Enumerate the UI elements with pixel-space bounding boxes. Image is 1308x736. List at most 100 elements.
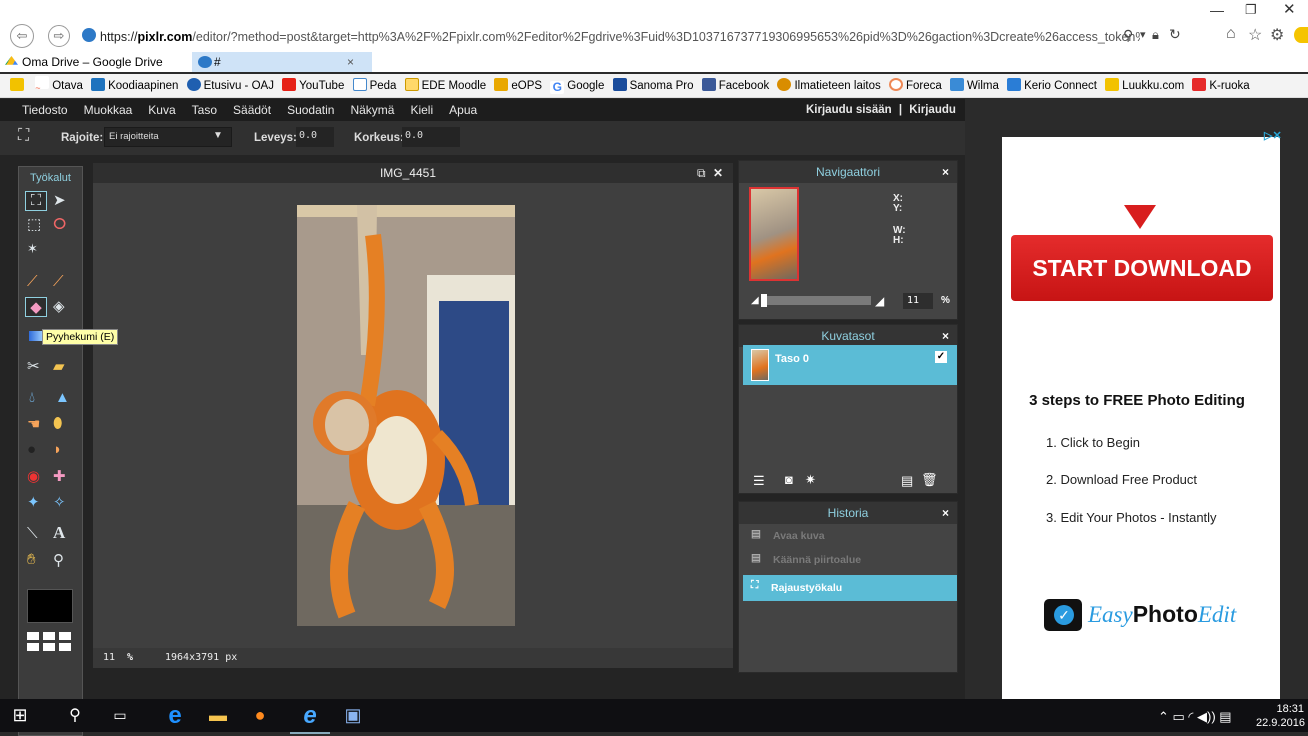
bloat-tool-button[interactable]: ✦ [27, 493, 40, 511]
bookmark-kerio-connect[interactable]: Kerio Connect [1007, 74, 1097, 97]
close-icon[interactable]: ✕ [713, 163, 723, 183]
tab-google-drive[interactable]: Oma Drive – Google Drive [0, 52, 190, 72]
favorites-star-icon[interactable]: ☆ [1248, 25, 1262, 45]
color-picker-tool-button[interactable]: ⟍ [27, 525, 38, 542]
menu-apua[interactable]: Apua [441, 99, 485, 121]
bookmark-oaj[interactable]: Etusivu - OAJ [186, 74, 274, 97]
constraint-select[interactable]: Ei rajoitteita ▼ [104, 127, 232, 147]
zoom-in-icon[interactable]: ◢ [875, 294, 884, 308]
bookmark-luukku[interactable]: Luukku.com [1105, 74, 1184, 97]
sponge-tool-button[interactable]: ⬮ [53, 415, 62, 432]
history-item[interactable]: ▤ Käännä piirtoalue [743, 552, 957, 570]
bookmark-koodiaapinen[interactable]: Koodiaapinen [91, 74, 178, 97]
bookmark-ilmatieteen-laitos[interactable]: Ilmatieteen laitos [777, 74, 881, 97]
zoom-slider-handle[interactable] [761, 294, 767, 307]
gradient-tool-button[interactable] [29, 331, 43, 341]
paint-bucket-tool-button[interactable]: ◈ [53, 297, 65, 315]
bookmark-wilma[interactable]: Wilma [949, 74, 999, 97]
menu-muokkaa[interactable]: Muokkaa [76, 99, 141, 121]
clone-tool-button[interactable]: ✂ [27, 357, 40, 375]
color-swatch[interactable] [27, 589, 73, 623]
file-explorer-icon[interactable]: ▬ [198, 699, 238, 732]
address-bar[interactable]: https://pixlr.com/editor/?method=post&ta… [100, 26, 1140, 48]
height-input[interactable]: 0.0 [402, 127, 460, 147]
login-link[interactable]: Kirjaudu sisään [806, 104, 892, 116]
pencil-tool-button[interactable]: ⟋ [27, 273, 38, 290]
layer-visibility-checkbox[interactable]: ✓ [935, 351, 947, 363]
bookmark-sanoma-pro[interactable]: Sanoma Pro [612, 74, 694, 97]
menu-tiedosto[interactable]: Tiedosto [14, 99, 76, 121]
sharpen-tool-button[interactable]: ▲ [55, 389, 70, 406]
layer-row[interactable]: Taso 0 ✓ [743, 345, 957, 385]
color-replace-tool-button[interactable]: ▰ [53, 357, 65, 375]
forward-button[interactable]: ⇨ [48, 25, 70, 47]
history-item[interactable]: ▤ Avaa kuva [743, 528, 957, 546]
pinch-tool-button[interactable]: ✧ [53, 493, 66, 511]
width-input[interactable]: 0.0 [296, 127, 334, 147]
menu-kuva[interactable]: Kuva [140, 99, 183, 121]
brush-tool-button[interactable]: ⟋ [53, 273, 64, 290]
adchoices-icon[interactable]: ▷✕ [1264, 129, 1282, 143]
home-icon[interactable]: ⌂ [1226, 25, 1236, 43]
refresh-icon[interactable]: ↻ [1169, 26, 1181, 43]
bookmark-otava[interactable]: ~ Otava [35, 74, 83, 97]
smudge-tool-button[interactable]: ☚ [27, 415, 40, 433]
internet-explorer-icon[interactable]: e [290, 699, 330, 734]
lock-icon[interactable]: 🔒︎ [1152, 27, 1159, 43]
bookmark-favorites-star[interactable] [10, 74, 27, 97]
magic-wand-tool-button[interactable]: ✶ [27, 241, 38, 257]
type-tool-button[interactable]: A [53, 523, 65, 543]
close-window-icon[interactable]: ✕ [1283, 0, 1296, 18]
burn-tool-button[interactable]: ◗ [53, 441, 62, 458]
layer-effects-icon[interactable]: ✷ [805, 472, 816, 488]
blur-tool-button[interactable]: 💧︎ [29, 389, 35, 406]
maximize-icon[interactable]: ❐ [1245, 2, 1257, 18]
bookmark-k-ruoka[interactable]: K-ruoka [1192, 74, 1250, 97]
system-tray[interactable]: ⌃ ▭ ◜ ◀)) ▤ [1158, 709, 1232, 725]
crop-tool-button[interactable]: ⛶ [25, 191, 47, 211]
close-history-icon[interactable]: × [942, 502, 949, 524]
paint-app-icon[interactable]: ▣ [333, 699, 373, 732]
spot-heal-tool-button[interactable]: ✚ [53, 467, 66, 485]
start-windows-icon[interactable]: ⊞ [0, 699, 40, 732]
register-link[interactable]: Kirjaudu [909, 104, 956, 116]
settings-gear-icon[interactable]: ⚙ [1270, 25, 1284, 45]
edge-icon[interactable]: e [155, 699, 195, 732]
back-button[interactable]: ⇦ [10, 24, 34, 48]
menu-nakyma[interactable]: Näkymä [342, 99, 402, 121]
dodge-tool-button[interactable]: ● [27, 441, 36, 458]
firefox-icon[interactable]: ● [240, 699, 280, 732]
eraser-tool-button[interactable]: ◆ [25, 297, 47, 317]
move-tool-button[interactable]: ➤ [53, 191, 66, 209]
image-canvas[interactable] [297, 205, 515, 626]
search-icon[interactable]: ⚲ [55, 699, 95, 732]
bookmark-eops[interactable]: eOPS [494, 74, 542, 97]
menu-taso[interactable]: Taso [184, 99, 225, 121]
trash-icon[interactable]: 🗑︎ [921, 472, 938, 488]
zoom-out-icon[interactable]: ◢ [751, 295, 759, 306]
menu-suodatin[interactable]: Suodatin [279, 99, 342, 121]
menu-saadot[interactable]: Säädöt [225, 99, 279, 121]
bookmark-peda[interactable]: Peda [352, 74, 396, 97]
hand-tool-button[interactable]: ✋︎ [27, 551, 36, 568]
marquee-tool-button[interactable]: ⬚ [27, 215, 41, 233]
close-layers-icon[interactable]: × [942, 325, 949, 347]
red-eye-tool-button[interactable]: ◉ [27, 467, 40, 485]
bookmark-google[interactable]: G Google [550, 74, 604, 97]
ad-banner[interactable]: ▷✕ START DOWNLOAD 3 steps to FREE Photo … [1002, 130, 1282, 699]
lasso-tool-button[interactable]: ⵔ [53, 215, 66, 233]
bookmark-youtube[interactable]: YouTube [282, 74, 344, 97]
grid-layout-icon[interactable] [27, 629, 73, 651]
minimize-icon[interactable]: — [1210, 2, 1224, 18]
bookmark-foreca[interactable]: Foreca [888, 74, 942, 97]
tab-pixlr[interactable]: # × [192, 52, 372, 72]
zoom-value[interactable]: 11 [103, 648, 115, 668]
new-layer-icon[interactable]: ▤ [901, 473, 913, 489]
bookmark-facebook[interactable]: Facebook [701, 74, 769, 97]
zoom-slider[interactable] [761, 294, 871, 307]
smiley-icon[interactable] [1294, 27, 1308, 43]
bookmark-ede-moodle[interactable]: EDE Moodle [404, 74, 486, 97]
clock[interactable]: 18:31 22.9.2016 [1256, 702, 1305, 730]
navigator-thumbnail[interactable] [749, 187, 799, 281]
layer-mask-icon[interactable]: ◙ [785, 472, 793, 487]
